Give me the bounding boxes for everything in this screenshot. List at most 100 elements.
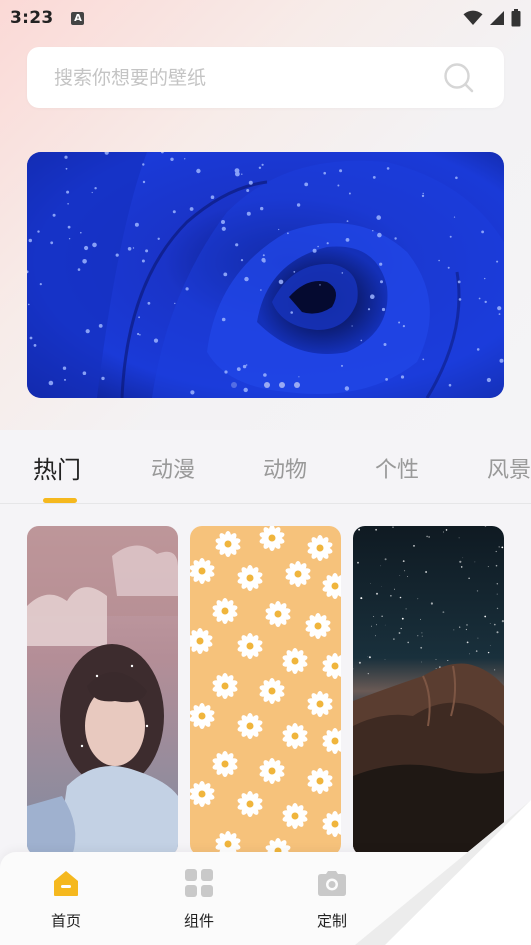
star <box>368 656 371 659</box>
star <box>370 583 371 584</box>
water-droplet <box>260 289 262 291</box>
water-droplet <box>94 187 97 190</box>
star <box>392 526 394 528</box>
star <box>501 620 504 623</box>
water-droplet <box>84 245 89 251</box>
water-droplet <box>370 294 375 299</box>
water-droplet <box>145 249 149 253</box>
water-droplet <box>346 220 349 222</box>
star <box>426 535 428 538</box>
water-droplet <box>455 176 458 180</box>
water-droplet <box>240 259 244 262</box>
water-droplet <box>246 211 251 216</box>
carousel-dot[interactable] <box>279 382 285 388</box>
wallpaper-grid <box>27 526 505 856</box>
water-droplet <box>52 213 56 217</box>
water-droplet <box>153 338 159 343</box>
water-droplet <box>398 321 401 324</box>
water-droplet <box>77 268 81 271</box>
water-droplet <box>293 271 296 273</box>
tab-hot[interactable]: 热门 <box>33 450 81 485</box>
water-droplet <box>263 373 267 377</box>
water-droplet <box>245 364 248 366</box>
star <box>401 617 404 620</box>
banner-carousel[interactable] <box>27 152 504 398</box>
water-droplet <box>80 231 82 234</box>
star <box>358 528 360 531</box>
water-droplet <box>137 332 140 336</box>
water-droplet <box>141 259 145 263</box>
girl-portrait-image <box>27 526 178 856</box>
water-droplet <box>33 344 37 347</box>
water-droplet <box>196 168 201 174</box>
star <box>489 645 491 646</box>
water-droplet <box>64 155 68 159</box>
water-droplet <box>234 168 240 173</box>
tabs-divider <box>0 503 531 504</box>
star <box>384 659 386 660</box>
nav-home-label: 首页 <box>50 912 81 930</box>
water-droplet <box>367 308 371 311</box>
search-bar[interactable] <box>27 47 504 108</box>
water-droplet <box>221 226 226 231</box>
star <box>495 550 497 553</box>
nav-custom[interactable]: 定制 <box>292 866 372 931</box>
search-input[interactable] <box>54 66 442 89</box>
search-icon[interactable] <box>442 61 476 95</box>
water-droplet <box>221 317 226 322</box>
star <box>462 557 464 559</box>
star <box>381 586 382 587</box>
water-droplet <box>386 167 390 170</box>
water-droplet <box>422 358 425 361</box>
water-droplet <box>189 207 194 211</box>
water-droplet <box>348 192 351 195</box>
star <box>384 558 387 561</box>
wallpaper-card[interactable] <box>27 526 178 856</box>
water-droplet <box>453 216 456 218</box>
wallpaper-card[interactable] <box>190 526 341 856</box>
nav-custom-label: 定制 <box>316 912 347 930</box>
water-droplet <box>421 194 425 198</box>
carousel-dot[interactable] <box>231 382 237 388</box>
tab-animals[interactable]: 动物 <box>263 452 307 484</box>
star <box>435 668 437 669</box>
tab-scenery[interactable]: 风景 <box>487 452 531 484</box>
water-droplet <box>260 206 264 211</box>
water-droplet <box>478 297 481 300</box>
battery-icon <box>511 9 521 27</box>
water-droplet <box>39 283 42 286</box>
water-droplet <box>28 238 32 243</box>
star <box>466 624 468 626</box>
nav-widgets[interactable]: 组件 <box>159 866 239 931</box>
water-droplet <box>376 215 382 220</box>
star <box>484 615 487 618</box>
carousel-dot[interactable] <box>264 382 270 388</box>
tab-anime[interactable]: 动漫 <box>151 452 195 484</box>
star <box>475 650 478 652</box>
water-droplet <box>394 237 397 240</box>
water-droplet <box>379 262 383 266</box>
water-droplet <box>172 210 176 214</box>
star <box>447 660 449 661</box>
carousel-dot[interactable] <box>294 382 300 388</box>
star <box>466 641 469 644</box>
water-droplet <box>304 182 309 187</box>
water-droplet <box>458 298 462 301</box>
star <box>496 583 498 585</box>
water-droplet <box>28 303 30 306</box>
star <box>371 625 372 627</box>
camera-icon <box>318 871 346 896</box>
water-droplet <box>174 302 176 305</box>
water-droplet <box>98 324 103 328</box>
water-droplet <box>345 238 350 242</box>
wallpaper-card[interactable] <box>353 526 504 856</box>
star <box>435 659 437 660</box>
water-droplet <box>142 163 145 166</box>
star <box>399 596 402 599</box>
star <box>430 602 433 605</box>
star <box>498 546 500 548</box>
tab-personality[interactable]: 个性 <box>375 452 419 484</box>
water-droplet <box>341 272 344 274</box>
nav-home[interactable]: 首页 <box>26 866 106 931</box>
water-droplet <box>132 247 135 249</box>
